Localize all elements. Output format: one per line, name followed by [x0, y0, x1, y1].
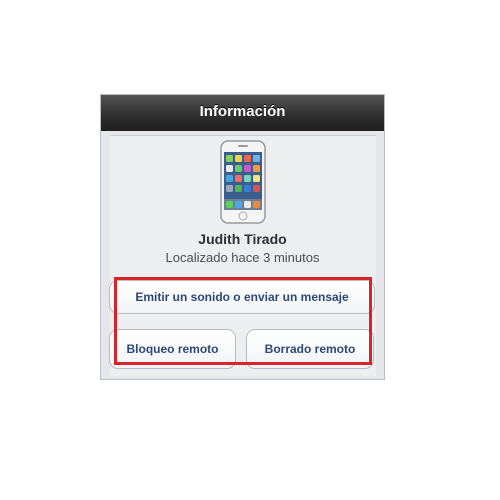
- iphone-icon: [220, 140, 266, 224]
- popover-title: Información: [199, 103, 286, 120]
- play-sound-button[interactable]: Emitir un sonido o enviar un mensaje: [109, 280, 375, 314]
- remote-lock-button[interactable]: Bloqueo remoto: [109, 329, 236, 369]
- device-owner-name: Judith Tirado: [198, 231, 287, 247]
- location-status: Localizado hace 3 minutos: [165, 250, 320, 265]
- remote-wipe-button[interactable]: Borrado remoto: [246, 329, 374, 369]
- popover-header: Información: [101, 95, 384, 131]
